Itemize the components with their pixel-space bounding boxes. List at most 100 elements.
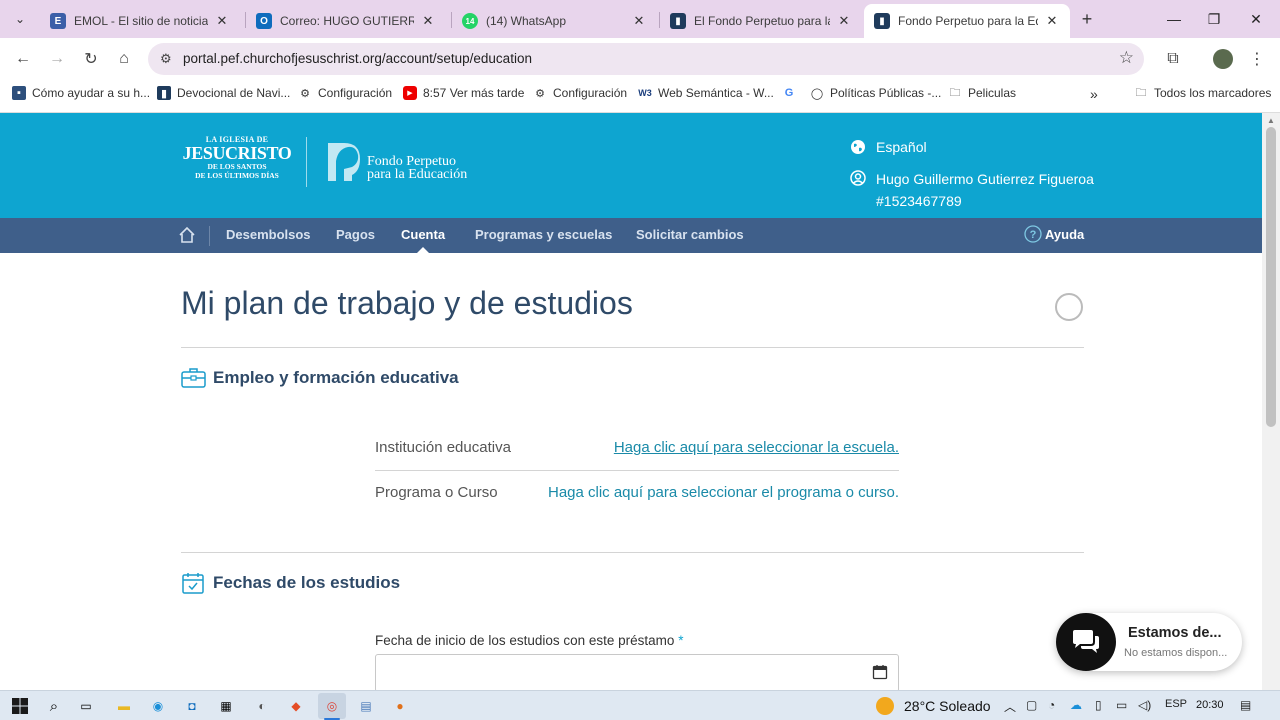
scrollbar-thumb[interactable]	[1266, 127, 1276, 427]
nav-pagos[interactable]: Pagos	[336, 227, 375, 242]
nav-divider	[209, 226, 210, 246]
gear-icon: ⚙	[300, 87, 310, 100]
chat-subtitle: No estamos dispon...	[1124, 647, 1228, 659]
nav-programas[interactable]: Programas y escuelas	[475, 227, 612, 242]
page-scrollbar[interactable]: ▲	[1262, 113, 1280, 690]
chat-widget[interactable]: Estamos de... No estamos dispon...	[1056, 613, 1242, 671]
emol-icon: E	[50, 13, 66, 29]
folder-icon: 🗀	[1135, 86, 1147, 99]
language-selector[interactable]: Español	[850, 139, 927, 155]
notifications-icon[interactable]: ▤	[1240, 698, 1251, 712]
w3-icon: W3	[638, 88, 652, 98]
clock[interactable]: 20:30	[1196, 699, 1224, 711]
site-header: LA IGLESIA DE JESUCRISTO DE LOS SANTOS D…	[0, 113, 1262, 218]
address-bar[interactable]: ⚙ portal.pef.churchofjesuschrist.org/acc…	[148, 43, 1144, 75]
active-nav-indicator	[417, 247, 429, 253]
bookmark-item[interactable]: ◯ Políticas Públicas -...	[810, 86, 942, 100]
store-icon[interactable]: ▦	[216, 696, 236, 716]
forward-button[interactable]: →	[44, 46, 70, 72]
bookmark-item[interactable]: ▶ 8:57 Ver más tarde	[403, 86, 524, 100]
tab-whatsapp[interactable]: 14 (14) WhatsApp ✕	[452, 4, 657, 38]
minimize-button[interactable]: —	[1154, 6, 1194, 32]
network-icon[interactable]: ▭	[1116, 698, 1127, 712]
section-employment-education: Empleo y formación educativa	[181, 367, 459, 389]
bookmark-folder[interactable]: 🗀 Peliculas	[948, 86, 1017, 100]
google-icon: G	[784, 87, 794, 99]
user-account[interactable]: Hugo Guillermo Gutierrez Figueroa #15234…	[850, 168, 1094, 212]
start-date-input[interactable]	[375, 654, 899, 690]
close-icon[interactable]: ✕	[631, 13, 647, 29]
profile-avatar[interactable]	[1210, 46, 1236, 72]
app-icon[interactable]: ◐	[252, 696, 272, 716]
tab-search-button[interactable]: ⌄	[8, 8, 32, 30]
nav-cuenta[interactable]: Cuenta	[401, 227, 445, 242]
bookmark-item[interactable]: ▪ Cómo ayudar a su h...	[12, 86, 150, 100]
start-icon[interactable]	[10, 696, 30, 716]
close-icon[interactable]: ✕	[214, 13, 230, 29]
nav-solicitar-cambios[interactable]: Solicitar cambios	[636, 227, 744, 242]
tab-strip: ⌄ E EMOL - El sitio de noticias o ✕ O Co…	[0, 0, 1280, 38]
close-icon[interactable]: ✕	[1044, 13, 1060, 29]
bookmark-item[interactable]: G	[782, 86, 802, 100]
user-id: #1523467789	[876, 193, 962, 209]
outlook-icon[interactable]: ◘	[182, 696, 202, 716]
browser-toolbar: ← → ↻ ⌂ ⚙ portal.pef.churchofjesuschrist…	[0, 38, 1280, 80]
edge-icon[interactable]: ◉	[148, 696, 168, 716]
tab-emol[interactable]: E EMOL - El sitio de noticias o ✕	[40, 4, 240, 38]
tray-app-icon[interactable]: ◔	[1048, 698, 1055, 712]
tab-outlook[interactable]: O Correo: HUGO GUTIERREZ F ✕	[246, 4, 446, 38]
help-link[interactable]: ? Ayuda	[1024, 225, 1084, 243]
program-field: Programa o Curso Haga clic aquí para sel…	[375, 472, 899, 516]
bookmark-item[interactable]: ⚙ Configuración	[298, 86, 392, 100]
home-icon[interactable]	[178, 226, 196, 244]
microphone-icon[interactable]: ▯	[1095, 698, 1102, 712]
brave-icon[interactable]: ◆	[286, 696, 306, 716]
close-icon[interactable]: ✕	[836, 13, 852, 29]
institution-field: Institución educativa Haga clic aquí par…	[375, 427, 899, 471]
tray-expand-icon[interactable]: ︿	[1004, 698, 1016, 715]
close-icon[interactable]: ✕	[420, 13, 436, 29]
back-button[interactable]: ←	[10, 46, 36, 72]
volume-icon[interactable]: ◁)	[1138, 698, 1151, 712]
chrome-icon[interactable]: ◎	[322, 696, 342, 716]
site-info-icon[interactable]: ⚙	[160, 51, 172, 67]
select-program-link[interactable]: Haga clic aquí para seleccionar el progr…	[548, 484, 899, 501]
tab-pef-1[interactable]: ▮ El Fondo Perpetuo para la E ✕	[660, 4, 862, 38]
scroll-up-icon[interactable]: ▲	[1267, 116, 1275, 125]
calendar-icon[interactable]	[872, 664, 888, 680]
church-logo[interactable]: LA IGLESIA DE JESUCRISTO DE LOS SANTOS D…	[182, 135, 292, 180]
svg-text:?: ?	[1030, 229, 1037, 241]
search-icon[interactable]: ⌕	[44, 696, 64, 716]
app-icon[interactable]: ●	[390, 696, 410, 716]
bookmark-item[interactable]: ⚙ Configuración	[533, 86, 627, 100]
browser-menu-icon[interactable]: ⋮	[1244, 46, 1270, 72]
bookmarks-overflow-button[interactable]: »	[1090, 86, 1098, 102]
url-text[interactable]: portal.pef.churchofjesuschrist.org/accou…	[183, 51, 532, 66]
bookmarks-bar: ▪ Cómo ayudar a su h... ▮ Devocional de …	[0, 80, 1280, 113]
tray-app-icon[interactable]: ▢	[1026, 698, 1037, 712]
all-bookmarks-button[interactable]: 🗀 Todos los marcadores	[1134, 86, 1272, 100]
file-explorer-icon[interactable]: ▬	[114, 696, 134, 716]
bookmark-item[interactable]: ▮ Devocional de Navi...	[157, 86, 290, 100]
bookmark-site-icon: ▮	[157, 86, 171, 100]
reload-button[interactable]: ↻	[78, 46, 104, 72]
new-tab-button[interactable]: +	[1076, 8, 1098, 30]
onedrive-icon[interactable]: ☁	[1070, 698, 1082, 712]
chat-icon[interactable]	[1056, 613, 1116, 671]
bookmark-item[interactable]: W3 Web Semántica - W...	[638, 86, 774, 100]
restore-button[interactable]: ❐	[1194, 6, 1234, 32]
task-view-icon[interactable]: ▭	[76, 696, 96, 716]
pef-icon: ▮	[874, 13, 890, 29]
weather-widget[interactable]: 28°C Soleado	[876, 697, 991, 715]
nav-desembolsos[interactable]: Desembolsos	[226, 227, 311, 242]
pef-logo[interactable]: Fondo Perpetuo para la Educación	[367, 155, 467, 182]
input-language[interactable]: ESP	[1165, 698, 1187, 710]
extensions-icon[interactable]: ⧉	[1160, 46, 1186, 72]
gear-icon: ⚙	[535, 87, 545, 100]
notepad-icon[interactable]: ▤	[356, 696, 376, 716]
bookmark-star-icon[interactable]: ☆	[1119, 48, 1134, 68]
home-button[interactable]: ⌂	[111, 46, 137, 72]
select-school-link[interactable]: Haga clic aquí para seleccionar la escue…	[614, 439, 899, 456]
tab-pef-active[interactable]: ▮ Fondo Perpetuo para la Edu ✕	[864, 4, 1070, 38]
close-window-button[interactable]: ✕	[1236, 6, 1276, 32]
